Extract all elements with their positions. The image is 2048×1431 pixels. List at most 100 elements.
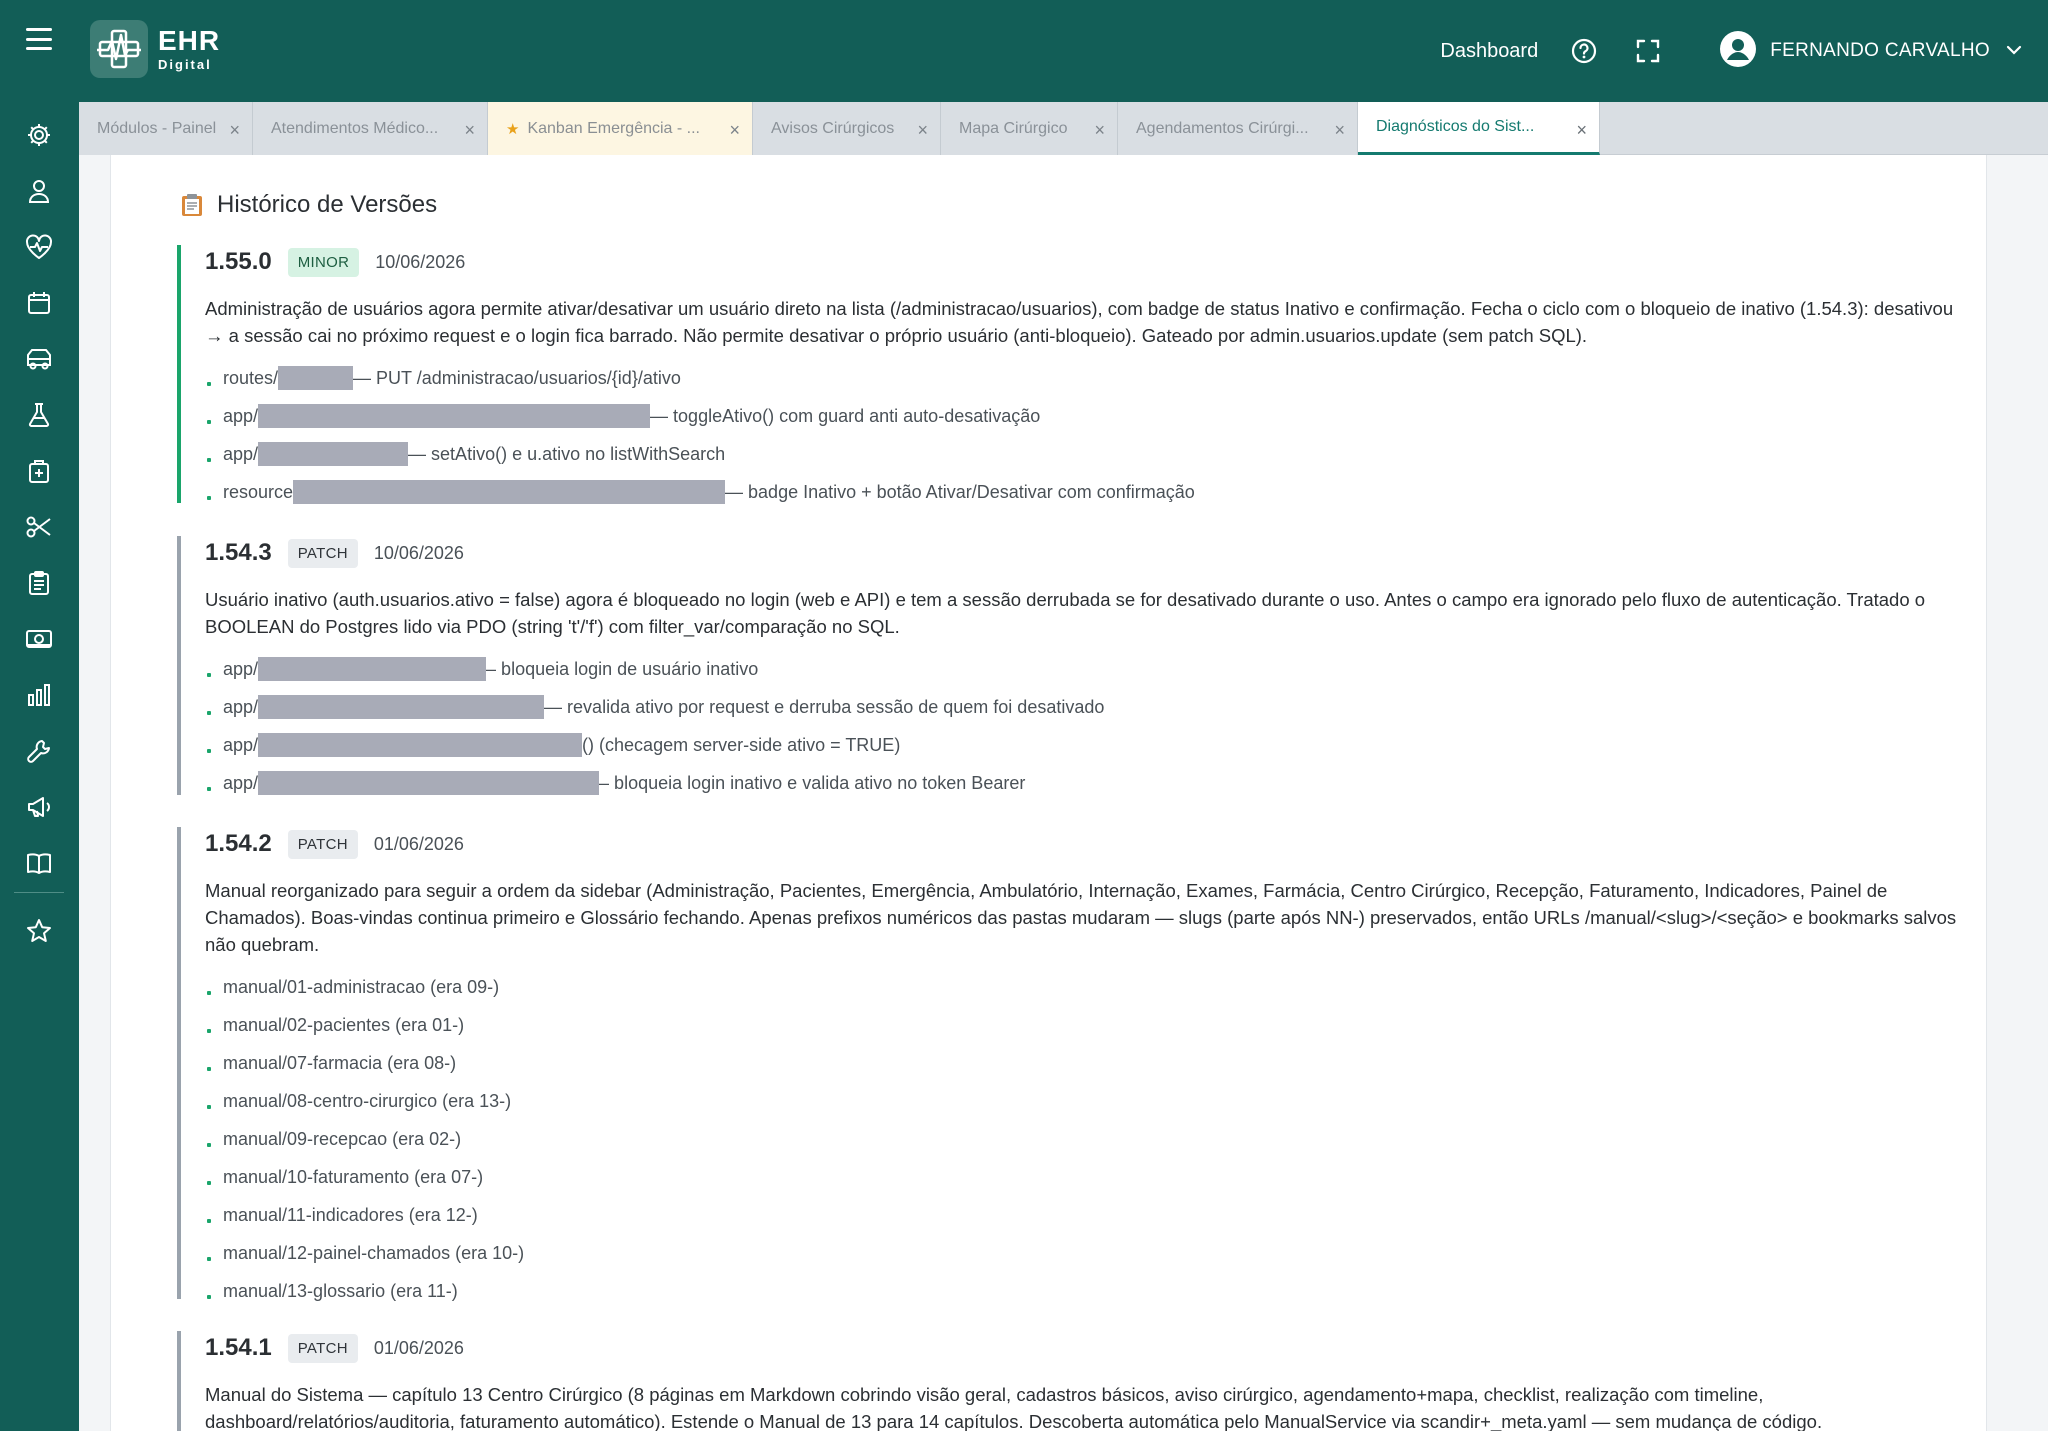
list-item: resource — badge Inativo + botão Ativar/… [205,473,1957,511]
tab-avisos-cirurgicos[interactable]: Avisos Cirúrgicos × [753,102,941,155]
list-item: manual/09-recepcao (era 02-) [205,1120,1957,1158]
version-number: 1.54.3 [205,539,272,566]
cash-icon[interactable] [22,622,56,656]
user-avatar-icon [1720,30,1757,72]
sidebar-divider [14,892,64,893]
tab-label: Avisos Cirúrgicos [771,119,895,137]
version-entry: 1.55.0 MINOR 10/06/2026 Administração de… [177,245,1957,504]
logo-subtitle: Digital [158,57,212,72]
redacted-path [258,657,487,681]
ambulance-icon[interactable] [22,342,56,376]
tab-kanban-emergencia[interactable]: ★ Kanban Emergência - ... × [488,102,753,155]
redacted-path [258,771,600,795]
scissors-icon[interactable] [22,510,56,544]
close-icon[interactable]: × [1094,120,1105,141]
list-item: routes/ — PUT /administracao/usuarios/{i… [205,359,1957,397]
medical-kit-icon[interactable] [22,454,56,488]
app-logo[interactable]: EHR Digital [90,20,220,78]
version-type-badge: PATCH [287,1333,358,1363]
close-icon[interactable]: × [229,120,240,141]
sidebar [0,102,79,1431]
tab-mapa-cirurgico[interactable]: Mapa Cirúrgico × [941,102,1118,155]
gear-icon[interactable] [22,118,56,152]
megaphone-icon[interactable] [22,790,56,824]
heart-pulse-icon[interactable] [22,230,56,264]
user-menu[interactable]: FERNANDO CARVALHO [1720,30,2022,72]
version-entry: 1.54.2 PATCH 01/06/2026 Manual reorganiz… [177,827,1957,1301]
tab-atendimentos-medicos[interactable]: Atendimentos Médico... × [253,102,488,155]
fullscreen-icon[interactable] [1634,37,1662,65]
tab-label: Atendimentos Médico... [271,119,439,137]
list-item: app/ — setAtivo() e u.ativo no listWithS… [205,435,1957,473]
book-icon[interactable] [22,846,56,880]
tab-label: Mapa Cirúrgico [959,119,1068,137]
list-item: app/ — toggleAtivo() com guard anti auto… [205,397,1957,435]
close-icon[interactable]: × [464,120,475,141]
version-description: Manual do Sistema — capítulo 13 Centro C… [205,1384,1823,1431]
star-icon: ★ [506,120,520,138]
close-icon[interactable]: × [917,120,928,141]
redacted-path [258,442,409,466]
list-item: app/– bloqueia login inativo e valida at… [205,764,1957,802]
wrench-icon[interactable] [22,734,56,768]
tab-modulos-painel[interactable]: Módulos - Painel × [79,102,253,155]
list-item: manual/02-pacientes (era 01-) [205,1006,1957,1044]
version-type-badge: PATCH [287,538,358,568]
list-item: app/— revalida ativo por request e derru… [205,688,1957,726]
redacted-path [293,480,726,504]
list-item: app/() (checagem server-side ativo = TRU… [205,726,1957,764]
top-bar: EHR Digital Dashboard FERNANDO CARVALHO [0,0,2048,102]
dashboard-link[interactable]: Dashboard [1440,40,1538,63]
star-icon[interactable] [22,914,56,948]
clipboard-icon[interactable] [22,566,56,600]
redacted-path [258,404,651,428]
content-panel: Histórico de Versões 1.55.0 MINOR 10/06/… [110,155,1987,1431]
list-item: app/– bloqueia login de usuário inativo [205,650,1957,688]
version-description: Manual reorganizado para seguir a ordem … [205,880,1957,955]
version-entry: 1.54.1 PATCH 01/06/2026 Manual do Sistem… [177,1331,1957,1431]
section-header: Histórico de Versões [181,191,437,219]
version-date: 01/06/2026 [373,1337,464,1358]
version-date: 10/06/2026 [373,542,464,563]
list-item: manual/08-centro-cirurgico (era 13-) [205,1082,1957,1120]
logo-title: EHR [158,25,221,56]
close-icon[interactable]: × [1576,120,1587,141]
close-icon[interactable]: × [1334,120,1345,141]
redacted-path [258,695,545,719]
tab-bar: Módulos - Painel × Atendimentos Médico..… [79,102,2048,155]
help-icon[interactable] [1570,37,1598,65]
version-type-badge: MINOR [287,247,360,277]
version-description: Usuário inativo (auth.usuarios.ativo = f… [205,589,1926,637]
list-item: manual/11-indicadores (era 12-) [205,1196,1957,1234]
tab-label: Diagnósticos do Sist... [1376,118,1535,135]
tab-label: Módulos - Painel [97,119,217,137]
version-entry: 1.54.3 PATCH 10/06/2026 Usuário inativo … [177,536,1957,795]
version-date: 01/06/2026 [373,833,464,854]
user-icon[interactable] [22,174,56,208]
close-icon[interactable]: × [729,120,740,141]
menu-toggle-icon[interactable] [24,24,54,54]
version-type-badge: PATCH [287,829,358,859]
heartbeat-logo-icon [90,20,148,78]
list-item: manual/07-farmacia (era 08-) [205,1044,1957,1082]
user-name: FERNANDO CARVALHO [1770,40,1990,61]
tab-label: Kanban Emergência - ... [527,119,700,137]
clipboard-icon [181,193,203,217]
chevron-down-icon [2006,42,2022,60]
version-number: 1.55.0 [205,248,272,275]
redacted-path [258,733,583,757]
tab-agendamentos-cirurgicos[interactable]: Agendamentos Cirúrgi... × [1118,102,1358,155]
calendar-icon[interactable] [22,286,56,320]
list-item: manual/13-glossario (era 11-) [205,1272,1957,1310]
page-title: Histórico de Versões [217,191,438,218]
tab-label: Agendamentos Cirúrgi... [1136,119,1309,137]
version-number: 1.54.1 [205,1334,272,1361]
list-item: manual/12-painel-chamados (era 10-) [205,1234,1957,1272]
list-item: manual/01-administracao (era 09-) [205,968,1957,1006]
tab-diagnosticos-sistema[interactable]: Diagnósticos do Sist... × [1358,102,1600,155]
bar-chart-icon[interactable] [22,678,56,712]
redacted-path [278,366,354,390]
version-date: 10/06/2026 [375,251,466,272]
flask-icon[interactable] [22,398,56,432]
list-item: manual/10-faturamento (era 07-) [205,1158,1957,1196]
